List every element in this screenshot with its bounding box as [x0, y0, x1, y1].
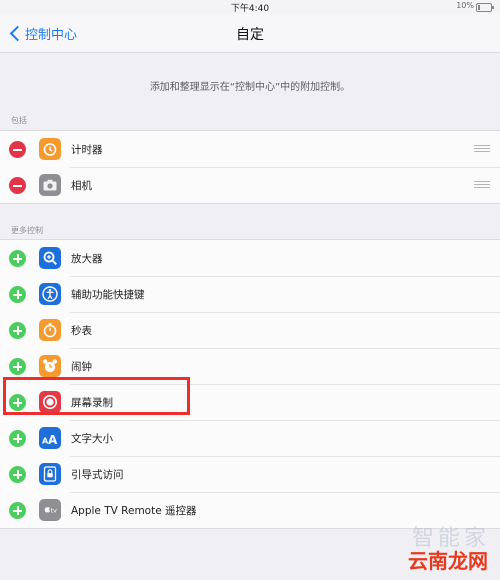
status-time: 下午4:40: [230, 4, 270, 14]
row-label: 辅助功能快捷键: [71, 289, 145, 301]
battery-icon: [476, 3, 494, 12]
alarm-icon: [39, 355, 61, 377]
text-size-icon: AA: [39, 427, 61, 449]
add-apple-tv-remote-button[interactable]: [9, 502, 26, 519]
timer-icon: [39, 138, 61, 160]
guided-access-icon: [39, 463, 61, 485]
watermark-logo: 云南龙网: [408, 549, 488, 573]
row-label: 秒表: [71, 325, 92, 337]
add-screen-recording-button[interactable]: [9, 394, 26, 411]
list-item-screen-recording: 屏幕录制: [0, 384, 500, 420]
row-label: 计时器: [71, 144, 103, 156]
camera-icon: [39, 174, 61, 196]
row-label: 放大器: [71, 253, 103, 265]
add-alarm-button[interactable]: [9, 358, 26, 375]
list-item-timer: 计时器: [0, 131, 500, 167]
page-title: 自定: [236, 27, 264, 43]
row-label: 屏幕录制: [71, 397, 113, 409]
remove-timer-button[interactable]: [9, 141, 26, 158]
included-controls-list: 计时器 相机: [0, 130, 500, 204]
row-label: Apple TV Remote 遥控器: [71, 505, 197, 517]
list-item-guided-access: 引导式访问: [0, 456, 500, 492]
page-description: 添加和整理显示在“控制中心”中的附加控制。: [149, 82, 351, 93]
section-header-included: 包括: [11, 116, 27, 125]
list-item-stopwatch: 秒表: [0, 312, 500, 348]
list-item-accessibility-shortcut: 辅助功能快捷键: [0, 276, 500, 312]
list-item-magnifier: 放大器: [0, 240, 500, 276]
add-stopwatch-button[interactable]: [9, 322, 26, 339]
stopwatch-icon: [39, 319, 61, 341]
add-magnifier-button[interactable]: [9, 250, 26, 267]
remove-camera-button[interactable]: [9, 177, 26, 194]
list-item-camera: 相机: [0, 167, 500, 203]
row-label: 闹钟: [71, 361, 92, 373]
screen-record-icon: [39, 391, 61, 413]
navigation-bar: 控制中心 自定: [0, 14, 500, 53]
status-bar: 下午4:40 10%: [0, 0, 500, 14]
row-label: 文字大小: [71, 433, 113, 445]
row-label: 相机: [71, 180, 92, 192]
list-item-alarm: 闹钟: [0, 348, 500, 384]
add-accessibility-shortcut-button[interactable]: [9, 286, 26, 303]
add-text-size-button[interactable]: [9, 430, 26, 447]
reorder-handle-icon[interactable]: [474, 181, 490, 189]
reorder-handle-icon[interactable]: [474, 145, 490, 153]
more-controls-list: 放大器 辅助功能快捷键 秒表 闹钟 屏幕录制 AA 文字大小 引导式访问 tv …: [0, 239, 500, 529]
add-guided-access-button[interactable]: [9, 466, 26, 483]
list-item-text-size: AA 文字大小: [0, 420, 500, 456]
svg-text:A: A: [48, 433, 58, 447]
accessibility-icon: [39, 283, 61, 305]
row-label: 引导式访问: [71, 469, 124, 481]
svg-text:tv: tv: [51, 507, 58, 515]
apple-tv-remote-icon: tv: [39, 499, 61, 521]
section-header-more: 更多控制: [11, 226, 43, 235]
battery-percentage: 10%: [456, 1, 474, 10]
magnifier-icon: [39, 247, 61, 269]
